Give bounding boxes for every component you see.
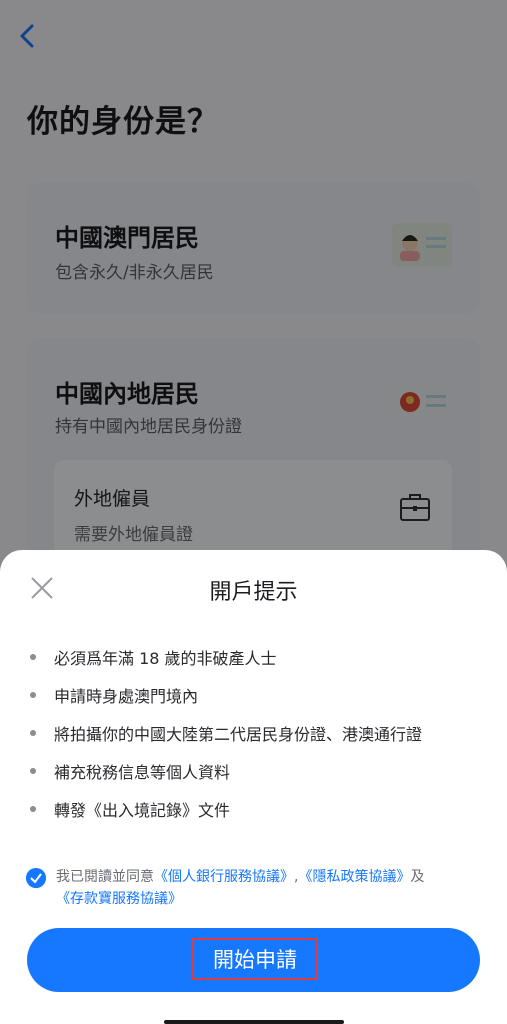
button-label: 開始申請 [192,938,318,980]
sheet-title: 開戶提示 [209,580,298,605]
list-item: 必須爲年滿 18 歲的非破產人士 [30,638,422,676]
bullet-icon [30,806,36,812]
list-item: 申請時身處澳門境內 [30,676,422,714]
agreement-row: 我已閱讀並同意《個人銀行服務協議》,《隱私政策協議》及 《存款寶服務協議》 [26,866,486,910]
start-application-button[interactable]: 開始申請 [27,928,480,992]
privacy-policy-link[interactable]: 《隱私政策協議》 [298,869,410,885]
bullet-icon [30,768,36,774]
account-opening-sheet: 開戶提示 必須爲年滿 18 歲的非破產人士 申請時身處澳門境內 將拍攝你的中國大… [0,550,507,1024]
bullet-icon [30,692,36,698]
list-item: 將拍攝你的中國大陸第二代居民身份證、港澳通行證 [30,714,422,752]
list-item: 轉發《出入境記錄》文件 [30,790,422,828]
personal-banking-agreement-link[interactable]: 《個人銀行服務協議》 [154,869,294,885]
home-indicator [164,1020,344,1024]
requirements-list: 必須爲年滿 18 歲的非破產人士 申請時身處澳門境內 將拍攝你的中國大陸第二代居… [30,638,422,828]
checkbox-checked-icon[interactable] [26,868,46,888]
deposit-service-agreement-link[interactable]: 《存款寶服務協議》 [56,891,182,907]
list-item: 補充稅務信息等個人資料 [30,752,422,790]
bullet-icon [30,654,36,660]
agreement-and: 及 [410,869,425,885]
bullet-icon [30,730,36,736]
agreement-prefix: 我已閱讀並同意 [56,869,154,885]
